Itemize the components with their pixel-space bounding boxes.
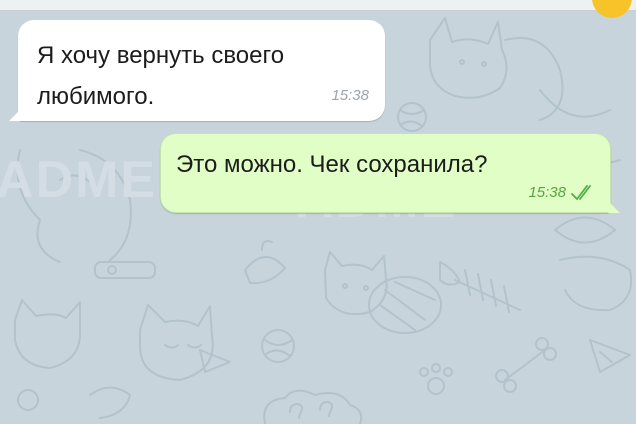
message-text: Это можно. Чек сохранила? bbox=[176, 151, 488, 178]
message-text: Я хочу вернуть своего любимого. bbox=[37, 42, 285, 110]
chat-window: ADME ADME Я хочу вернуть своего любимого… bbox=[0, 0, 636, 424]
outgoing-message-bubble[interactable]: Это можно. Чек сохранила? 15:38 bbox=[160, 133, 620, 213]
message-time: 15:38 bbox=[331, 87, 369, 104]
watermark: ADME bbox=[0, 151, 158, 209]
bubble-tail bbox=[608, 201, 620, 213]
double-check-icon bbox=[571, 185, 591, 200]
message-time: 15:38 bbox=[528, 184, 566, 201]
incoming-message-bubble[interactable]: Я хочу вернуть своего любимого. 15:38 bbox=[9, 20, 385, 121]
chat-header-edge bbox=[0, 0, 636, 18]
bubble-tail bbox=[9, 109, 21, 121]
